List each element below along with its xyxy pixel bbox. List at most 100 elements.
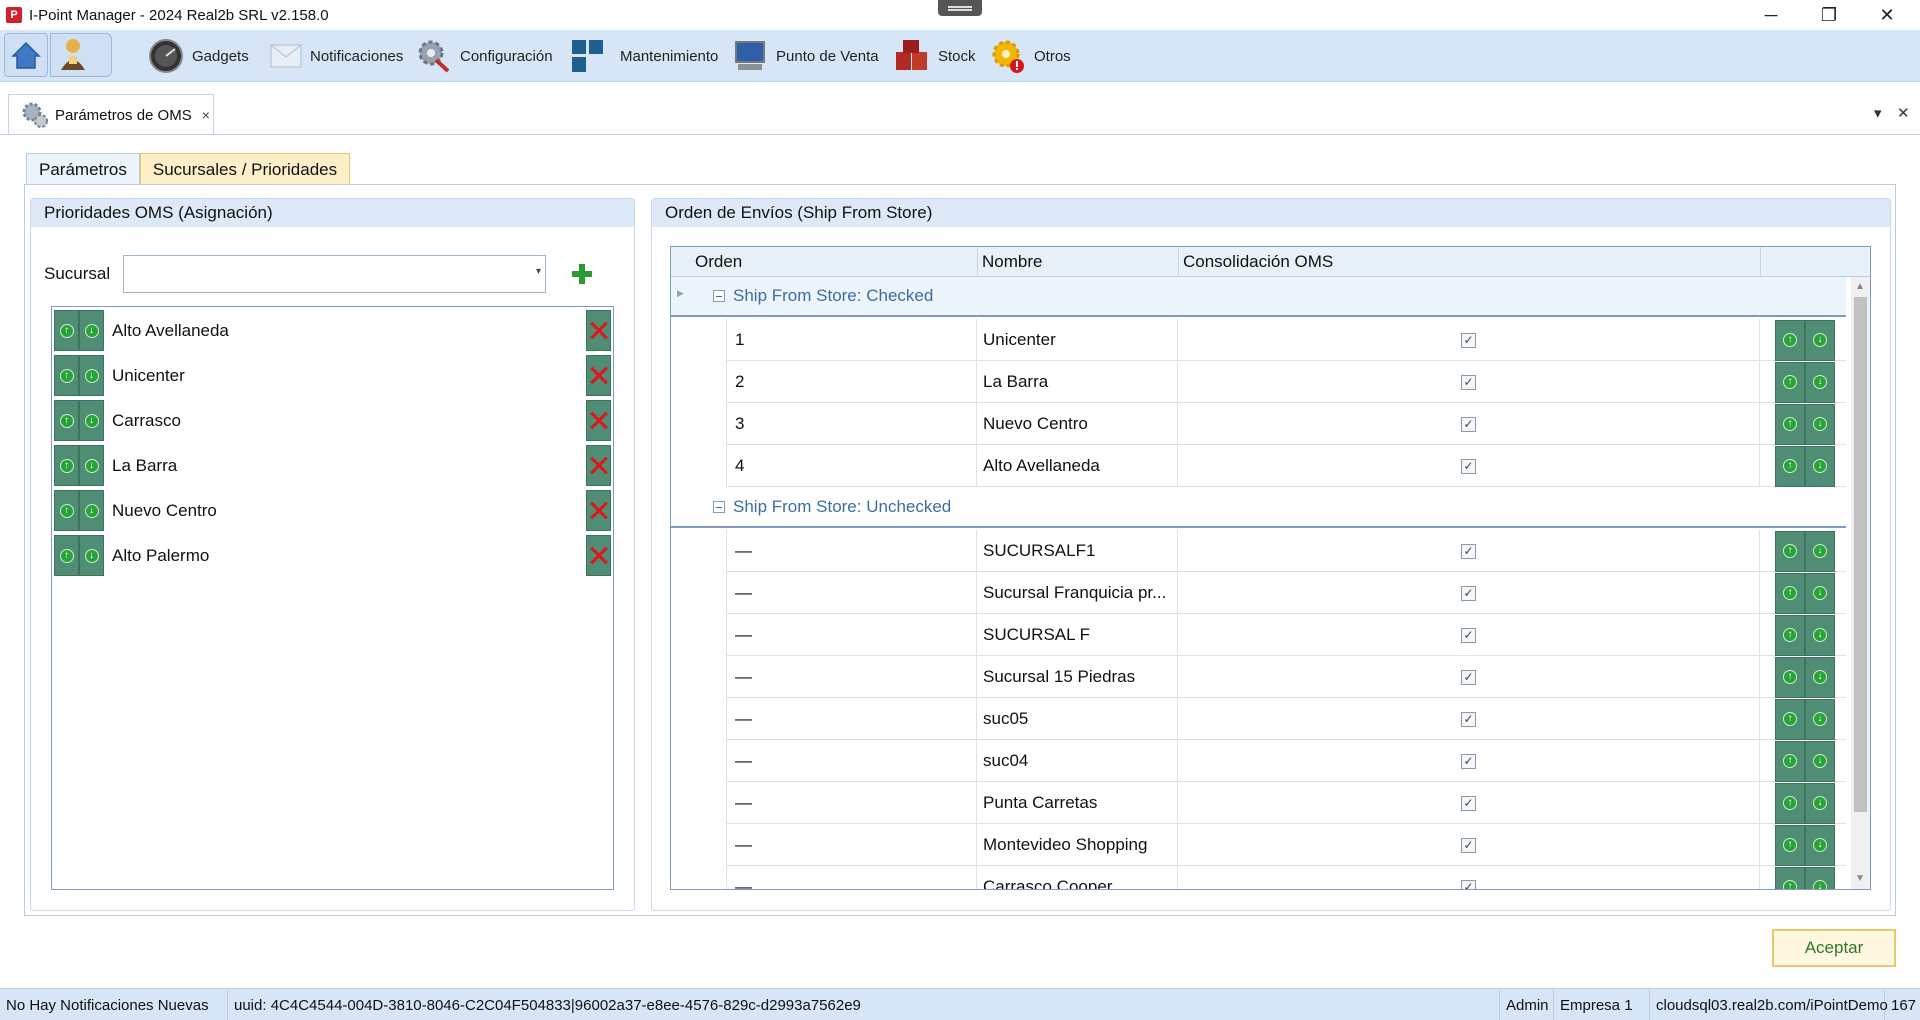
toolbar-mantenimiento[interactable]: Mantenimiento — [570, 34, 718, 78]
group-row-unchecked[interactable]: Ship From Store: Unchecked — [671, 488, 1846, 528]
collapse-icon[interactable] — [713, 290, 725, 302]
table-row[interactable]: 1 Unicenter ✓ ↑ ↓ — [671, 319, 1846, 361]
doc-tab-parametros-oms[interactable]: Parámetros de OMS × — [8, 94, 214, 135]
move-up-button[interactable]: ↑ — [54, 445, 79, 486]
table-row[interactable]: 4 Alto Avellaneda ✓ ↑ ↓ — [671, 445, 1846, 487]
move-up-button[interactable]: ↑ — [1775, 698, 1805, 740]
move-down-button[interactable]: ↓ — [1805, 866, 1835, 889]
restore-button[interactable]: ❐ — [1800, 0, 1858, 30]
scrollbar-thumb[interactable] — [1854, 297, 1867, 812]
table-row[interactable]: — Punta Carretas ✓ ↑ ↓ — [671, 782, 1846, 824]
consolidacion-checkbox[interactable]: ✓ — [1461, 669, 1476, 685]
move-up-button[interactable]: ↑ — [1775, 866, 1805, 889]
table-row[interactable]: — suc05 ✓ ↑ ↓ — [671, 698, 1846, 740]
move-up-button[interactable]: ↑ — [54, 400, 79, 441]
toolbar-configuracion[interactable]: Configuración — [416, 34, 553, 78]
consolidacion-checkbox[interactable]: ✓ — [1461, 837, 1476, 853]
minimize-button[interactable]: ─ — [1742, 0, 1800, 30]
consolidacion-checkbox[interactable]: ✓ — [1461, 879, 1476, 889]
move-down-button[interactable]: ↓ — [1805, 403, 1835, 445]
grid-vertical-scrollbar[interactable]: ▲ ▼ — [1851, 277, 1870, 889]
move-down-button[interactable]: ↓ — [1805, 572, 1835, 614]
move-down-button[interactable]: ↓ — [1805, 319, 1835, 361]
table-row[interactable]: — Sucursal Franquicia pr... ✓ ↑ ↓ — [671, 572, 1846, 614]
move-down-button[interactable]: ↓ — [1805, 740, 1835, 782]
table-row[interactable]: — SUCURSAL F ✓ ↑ ↓ — [671, 614, 1846, 656]
table-row[interactable]: — Montevideo Shopping ✓ ↑ ↓ — [671, 824, 1846, 866]
move-up-button[interactable]: ↑ — [1775, 319, 1805, 361]
doc-dropdown-icon[interactable]: ▾ — [1874, 104, 1882, 122]
consolidacion-checkbox[interactable]: ✓ — [1461, 374, 1476, 390]
move-up-button[interactable]: ↑ — [1775, 445, 1805, 487]
doc-close-icon[interactable]: ✕ — [1897, 104, 1910, 122]
toolbar-otros[interactable]: Otros — [990, 34, 1071, 78]
toolbar-punto-de-venta[interactable]: Punto de Venta — [732, 34, 879, 78]
toolbar-notificaciones[interactable]: Notificaciones — [270, 34, 403, 78]
consolidacion-checkbox[interactable]: ✓ — [1461, 416, 1476, 432]
move-up-button[interactable]: ↑ — [1775, 824, 1805, 866]
move-down-button[interactable]: ↓ — [1805, 656, 1835, 698]
move-up-button[interactable]: ↑ — [1775, 614, 1805, 656]
toolbar-gadgets[interactable]: Gadgets — [148, 34, 249, 78]
move-up-button[interactable]: ↑ — [1775, 656, 1805, 698]
tab-sucursales-prioridades[interactable]: Sucursales / Prioridades — [139, 153, 351, 185]
move-up-button[interactable]: ↑ — [54, 535, 79, 576]
consolidacion-checkbox[interactable]: ✓ — [1461, 585, 1476, 601]
move-down-button[interactable]: ↓ — [1805, 782, 1835, 824]
delete-button[interactable] — [586, 535, 611, 576]
move-up-button[interactable]: ↑ — [54, 310, 79, 351]
move-up-button[interactable]: ↑ — [54, 490, 79, 531]
move-down-button[interactable]: ↓ — [1805, 530, 1835, 572]
table-row[interactable]: — SUCURSALF1 ✓ ↑ ↓ — [671, 530, 1846, 572]
consolidacion-checkbox[interactable]: ✓ — [1461, 711, 1476, 727]
table-row[interactable]: — Carrasco Cooper ✓ ↑ ↓ — [671, 866, 1846, 889]
chevron-down-icon[interactable]: ▾ — [536, 266, 541, 277]
column-orden[interactable]: Orden — [691, 247, 978, 277]
sucursal-combo[interactable]: ▾ — [123, 255, 546, 293]
table-row[interactable]: 3 Nuevo Centro ✓ ↑ ↓ — [671, 403, 1846, 445]
scroll-up-icon[interactable]: ▲ — [1855, 281, 1865, 292]
move-down-button[interactable]: ↓ — [1805, 698, 1835, 740]
table-row[interactable]: — Sucursal 15 Piedras ✓ ↑ ↓ — [671, 656, 1846, 698]
move-up-button[interactable]: ↑ — [54, 355, 79, 396]
move-up-button[interactable]: ↑ — [1775, 782, 1805, 824]
consolidacion-checkbox[interactable]: ✓ — [1461, 458, 1476, 474]
drag-handle[interactable] — [938, 0, 982, 16]
delete-button[interactable] — [586, 400, 611, 441]
move-up-button[interactable]: ↑ — [1775, 361, 1805, 403]
group-row-checked[interactable]: ▶ Ship From Store: Checked — [671, 277, 1846, 317]
delete-button[interactable] — [586, 490, 611, 531]
delete-button[interactable] — [586, 310, 611, 351]
status-notifications[interactable]: No Hay Notificaciones Nuevas — [0, 989, 228, 1020]
move-down-button[interactable]: ↓ — [79, 445, 104, 486]
column-consolidacion[interactable]: Consolidación OMS — [1178, 247, 1760, 277]
column-nombre[interactable]: Nombre — [977, 247, 1178, 277]
scroll-down-icon[interactable]: ▼ — [1855, 873, 1865, 884]
collapse-icon[interactable] — [713, 501, 725, 513]
delete-button[interactable] — [586, 445, 611, 486]
consolidacion-checkbox[interactable]: ✓ — [1461, 795, 1476, 811]
consolidacion-checkbox[interactable]: ✓ — [1461, 332, 1476, 348]
consolidacion-checkbox[interactable]: ✓ — [1461, 543, 1476, 559]
move-up-button[interactable]: ↑ — [1775, 403, 1805, 445]
move-up-button[interactable]: ↑ — [1775, 530, 1805, 572]
add-sucursal-button[interactable] — [570, 262, 594, 286]
move-down-button[interactable]: ↓ — [1805, 614, 1835, 656]
consolidacion-checkbox[interactable]: ✓ — [1461, 627, 1476, 643]
move-down-button[interactable]: ↓ — [1805, 445, 1835, 487]
move-down-button[interactable]: ↓ — [79, 490, 104, 531]
move-up-button[interactable]: ↑ — [1775, 740, 1805, 782]
move-down-button[interactable]: ↓ — [79, 355, 104, 396]
move-down-button[interactable]: ↓ — [79, 535, 104, 576]
move-up-button[interactable]: ↑ — [1775, 572, 1805, 614]
move-down-button[interactable]: ↓ — [1805, 361, 1835, 403]
toolbar-stock[interactable]: Stock — [894, 34, 976, 78]
consolidacion-checkbox[interactable]: ✓ — [1461, 753, 1476, 769]
move-down-button[interactable]: ↓ — [1805, 824, 1835, 866]
accept-button[interactable]: Aceptar — [1772, 929, 1896, 967]
move-down-button[interactable]: ↓ — [79, 400, 104, 441]
doc-tab-close-icon[interactable]: × — [202, 107, 210, 123]
table-row[interactable]: — suc04 ✓ ↑ ↓ — [671, 740, 1846, 782]
tab-parametros[interactable]: Parámetros — [26, 153, 140, 185]
table-row[interactable]: 2 La Barra ✓ ↑ ↓ — [671, 361, 1846, 403]
